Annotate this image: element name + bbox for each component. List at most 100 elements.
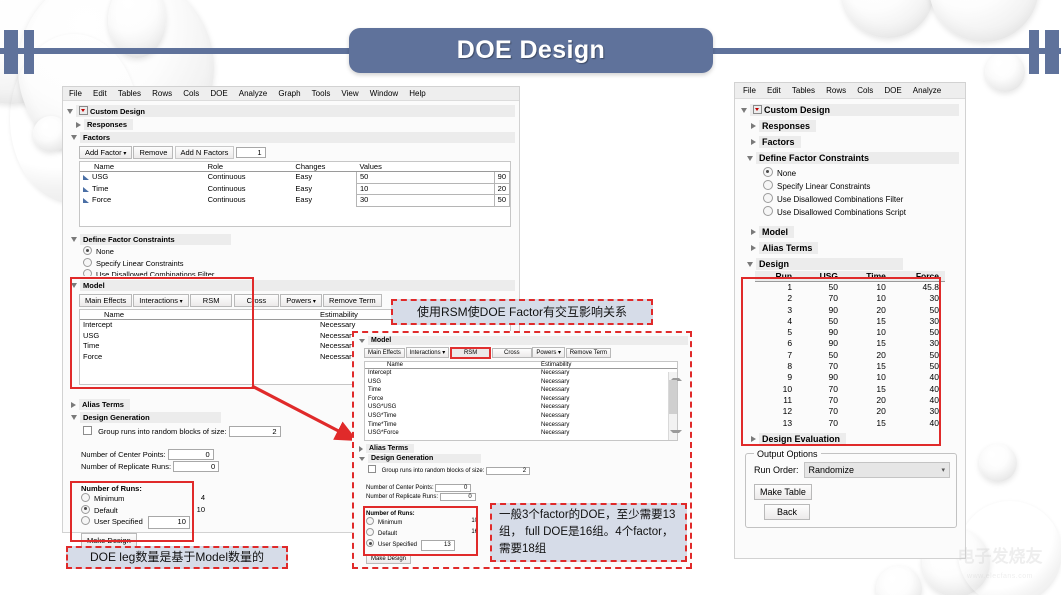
factor-high[interactable]: 50 [493,194,511,207]
runs-option-minimum[interactable]: Minimum 10 [366,517,478,528]
red-triangle-icon[interactable] [79,106,88,115]
radio-option-specify-linear[interactable]: Specify Linear Constraints [763,180,959,193]
menu-window[interactable]: Window [370,89,398,98]
runs-option-minimum[interactable]: Minimum 4 [81,493,205,505]
radio-option-disallowed-filter[interactable]: Use Disallowed Combinations Filter [763,193,959,206]
factor-high[interactable]: 20 [493,182,511,195]
left-section-factors[interactable]: Factors [71,132,515,143]
radio-option-specify-linear[interactable]: Specify Linear Constraints [83,257,515,270]
menu-doe[interactable]: DOE [884,86,901,95]
menu-file[interactable]: File [69,89,82,98]
rsm-button[interactable]: RSM [189,294,233,307]
mid-group-runs-row[interactable]: Group runs into random blocks of size: 2 [368,465,688,475]
runs-option-default[interactable]: Default 10 [81,504,205,517]
powers-button[interactable]: Powers [532,347,566,358]
scrollbar-thumb[interactable] [669,380,677,414]
make-design-button[interactable]: Make Design [366,554,412,564]
table-row[interactable]: 10 70 15 40 [755,384,945,395]
table-row[interactable]: 6 90 15 30 [755,338,945,349]
menu-edit[interactable]: Edit [767,86,781,95]
red-triangle-icon[interactable] [753,105,762,114]
menu-doe[interactable]: DOE [210,89,227,98]
table-row[interactable]: USG*USG Necessary [365,403,677,412]
right-section-factors[interactable]: Factors [751,136,959,148]
scroll-down-arrow-icon[interactable] [670,430,682,439]
chevron-down-icon[interactable]: ▾ [941,466,945,474]
runs-user-specified-input[interactable]: 10 [147,516,190,529]
runs-option-default[interactable]: Default 16 [366,528,478,539]
rsm-button[interactable]: RSM [449,347,492,359]
group-runs-input[interactable]: 2 [486,467,531,475]
table-row[interactable]: 9 90 10 40 [755,372,945,383]
main-effects-button[interactable]: Main Effects [79,294,133,307]
factor-low[interactable]: 50 [355,171,495,184]
runs-option-user-specified[interactable]: User Specified 13 [366,539,478,551]
right-custom-design-disclosure[interactable]: Custom Design [741,104,959,116]
table-row[interactable]: Intercept Necessary [365,369,677,378]
replicate-runs-input[interactable]: 0 [439,493,476,501]
back-button[interactable]: Back [764,503,811,520]
mid-section-design-generation[interactable]: Design Generation [359,454,688,463]
mid-section-model[interactable]: Model [359,336,688,345]
menu-tables[interactable]: Tables [792,86,815,95]
table-row[interactable]: 2 70 10 30 [755,293,945,304]
menu-view[interactable]: View [341,89,358,98]
table-row[interactable]: USG Continuous Easy 50 90 [80,171,511,184]
table-row[interactable]: Force Continuous Easy 30 50 [80,194,511,207]
cross-button[interactable]: Cross [233,294,280,307]
remove-term-button[interactable]: Remove Term [323,294,382,307]
table-row[interactable]: Time Continuous Easy 10 20 [80,182,511,195]
menu-cols[interactable]: Cols [183,89,199,98]
right-menubar[interactable]: File Edit Tables Rows Cols DOE Analyze [735,83,965,99]
left-menubar[interactable]: File Edit Tables Rows Cols DOE Analyze G… [63,87,519,101]
left-section-model[interactable]: Model [71,280,515,291]
table-row[interactable]: 13 70 15 40 [755,418,945,429]
right-section-alias-terms[interactable]: Alias Terms [751,242,959,254]
menu-rows[interactable]: Rows [152,89,172,98]
interactions-button[interactable]: Interactions [405,347,450,358]
right-section-model[interactable]: Model [751,226,959,238]
model-table-scrollbar[interactable] [668,372,682,440]
center-points-input[interactable]: 0 [167,449,214,460]
factor-low[interactable]: 30 [355,194,495,207]
table-row[interactable]: Time*Time Necessary [365,421,677,430]
group-runs-checkbox[interactable] [368,465,376,473]
menu-analyze[interactable]: Analyze [913,86,941,95]
table-row[interactable]: 8 70 15 50 [755,361,945,372]
left-section-responses[interactable]: Responses [76,119,515,130]
replicate-runs-input[interactable]: 0 [173,461,220,472]
mid-section-alias-terms[interactable]: Alias Terms [359,444,688,453]
table-row[interactable]: USG*Time Necessary [365,412,677,421]
right-section-define-factor-constraints[interactable]: Define Factor Constraints [747,152,959,164]
menu-edit[interactable]: Edit [93,89,107,98]
right-section-design-evaluation[interactable]: Design Evaluation [751,432,959,445]
table-row[interactable]: 7 50 20 50 [755,350,945,361]
table-row[interactable]: 12 70 20 30 [755,406,945,417]
table-row[interactable]: USG*Force Necessary [365,429,677,438]
radio-option-none[interactable]: None [83,246,515,258]
cross-button[interactable]: Cross [491,348,532,358]
run-order-select[interactable]: Randomize ▾ [803,461,950,478]
main-effects-button[interactable]: Main Effects [364,348,405,358]
table-row[interactable]: 4 50 15 30 [755,316,945,327]
radio-option-none[interactable]: None [763,167,959,180]
right-section-design[interactable]: Design [747,258,959,270]
menu-cols[interactable]: Cols [857,86,873,95]
menu-analyze[interactable]: Analyze [239,89,267,98]
remove-factor-button[interactable]: Remove [133,146,174,159]
table-row[interactable]: 11 70 20 40 [755,395,945,406]
table-row[interactable]: 3 90 20 50 [755,305,945,316]
interactions-button[interactable]: Interactions [133,294,189,307]
menu-tools[interactable]: Tools [312,89,331,98]
factor-low[interactable]: 10 [355,182,495,195]
menu-help[interactable]: Help [409,89,425,98]
table-row[interactable]: Time Necessary [365,386,677,395]
group-runs-checkbox[interactable] [83,426,92,435]
table-row[interactable]: USG Necessary [365,378,677,387]
radio-option-disallowed-script[interactable]: Use Disallowed Combinations Script [763,206,959,219]
powers-button[interactable]: Powers [280,294,322,307]
table-row[interactable]: 1 50 10 45.8 [755,282,945,294]
make-table-button[interactable]: Make Table [754,483,812,500]
menu-graph[interactable]: Graph [278,89,300,98]
add-n-factors-input[interactable]: 1 [235,147,266,158]
